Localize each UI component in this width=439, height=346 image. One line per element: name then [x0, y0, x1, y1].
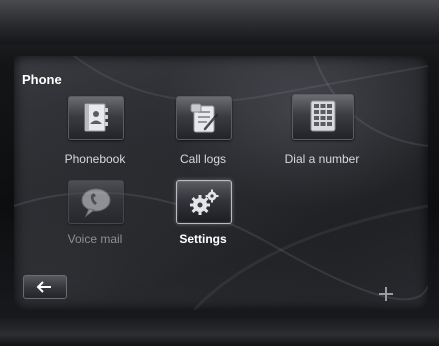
settings-label: Settings	[179, 232, 227, 246]
dial-number-button[interactable]	[292, 94, 354, 140]
back-arrow-icon	[24, 281, 66, 302]
phonebook-label: Phonebook	[64, 152, 126, 166]
voicemail-button[interactable]	[68, 180, 124, 224]
dial-number-label: Dial a number	[284, 152, 360, 166]
dashboard-trim-bottom	[0, 318, 439, 346]
screen-title: Phone	[22, 72, 62, 87]
dashboard-trim-top	[0, 0, 439, 44]
back-button[interactable]	[23, 275, 67, 299]
plus-icon	[376, 287, 396, 308]
display-bezel: Phone Phonebook Call logs Dial a number …	[0, 0, 439, 346]
settings-button[interactable]	[176, 180, 232, 224]
add-button[interactable]	[376, 284, 396, 304]
call-logs-label: Call logs	[179, 152, 227, 166]
call-logs-button[interactable]	[176, 96, 232, 140]
infotainment-screen: Phone Phonebook Call logs Dial a number …	[14, 56, 428, 310]
voicemail-label: Voice mail	[67, 232, 123, 246]
phonebook-button[interactable]	[68, 96, 124, 140]
